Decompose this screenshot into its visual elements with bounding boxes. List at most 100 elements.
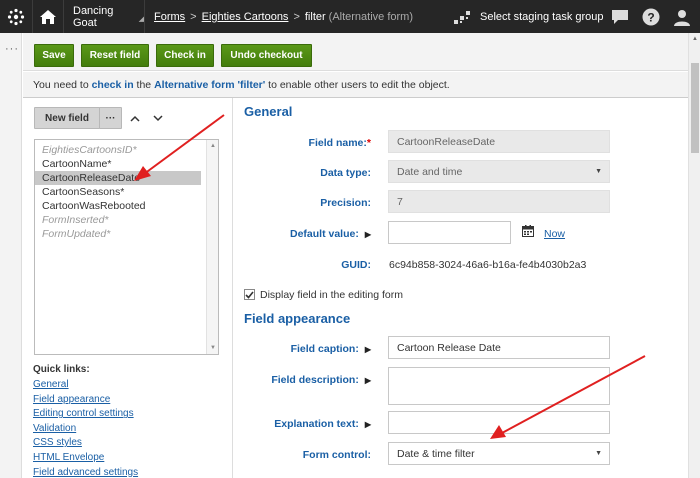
field-description-textarea[interactable] <box>388 367 610 405</box>
precision-input[interactable]: 7 <box>388 190 610 213</box>
action-toolbar: Save Reset field Check in Undo checkout <box>23 33 688 71</box>
quick-link-general[interactable]: General <box>33 378 223 393</box>
more-actions-button[interactable]: ··· <box>99 107 122 129</box>
checkmark-icon <box>245 290 254 299</box>
form-control-select[interactable]: Date & time filter ▼ <box>388 442 610 465</box>
default-value-label: Default value: ▶ <box>234 228 371 240</box>
breadcrumb-separator: > <box>293 10 300 23</box>
precision-label: Precision: <box>320 197 371 209</box>
scroll-up-icon[interactable]: ▲ <box>210 143 216 149</box>
data-type-label: Data type: <box>320 167 371 179</box>
info-object-name: Alternative form 'filter' <box>154 79 266 91</box>
quick-link-validation[interactable]: Validation <box>33 422 223 437</box>
reset-field-button[interactable]: Reset field <box>81 44 149 67</box>
user-icon[interactable] <box>667 0 697 33</box>
field-description-label: Field description: ▶ <box>234 374 371 386</box>
field-name-input[interactable]: CartoonReleaseDate <box>388 130 610 153</box>
home-icon[interactable] <box>33 0 63 33</box>
scroll-up-icon[interactable]: ▲ <box>692 36 698 42</box>
field-list-panel: New field ··· EightiesCartoonsID* Cartoo… <box>23 98 233 478</box>
staging-icon <box>454 10 470 24</box>
form-control-label: Form control: <box>302 449 371 461</box>
expand-triangle-icon[interactable]: ▶ <box>365 376 371 385</box>
collapsed-navigation-strip[interactable]: ··· <box>0 33 22 478</box>
breadcrumb-separator: > <box>190 10 197 23</box>
default-value-label-text: Default value: <box>289 228 359 240</box>
data-type-value: Date and time <box>397 166 463 178</box>
chevron-down-icon: ◢ <box>138 15 144 23</box>
explanation-text-input[interactable] <box>388 411 610 434</box>
kentico-logo-icon[interactable] <box>0 0 33 33</box>
quick-link-field-advanced-settings[interactable]: Field advanced settings <box>33 466 223 478</box>
field-list-item[interactable]: FormInserted* <box>35 213 201 227</box>
arrow-down-icon[interactable] <box>149 109 167 127</box>
explanation-text-label-text: Explanation text: <box>274 418 359 430</box>
explanation-text-label: Explanation text: ▶ <box>234 418 371 430</box>
quick-links: Quick links: General Field appearance Ed… <box>33 364 223 478</box>
field-name-label-text: Field name: <box>308 137 367 149</box>
help-icon[interactable]: ? <box>636 0 666 33</box>
undo-checkout-button[interactable]: Undo checkout <box>221 44 312 67</box>
check-in-link[interactable]: check in <box>92 79 134 91</box>
field-list-item[interactable]: FormUpdated* <box>35 227 201 241</box>
more-options-icon[interactable]: ··· <box>5 43 19 55</box>
field-description-label-text: Field description: <box>271 374 359 386</box>
quick-link-editing-control-settings[interactable]: Editing control settings <box>33 407 223 422</box>
data-type-select[interactable]: Date and time ▼ <box>388 160 610 183</box>
section-field-appearance-title: Field appearance <box>244 311 351 326</box>
required-marker: * <box>366 137 371 149</box>
scroll-down-icon[interactable]: ▼ <box>210 345 216 351</box>
expand-triangle-icon[interactable]: ▶ <box>365 345 371 354</box>
now-link[interactable]: Now <box>544 228 565 240</box>
field-caption-label: Field caption: ▶ <box>234 343 371 355</box>
quick-links-title: Quick links: <box>33 364 90 375</box>
checkout-info-message: You need to check in the Alternative for… <box>23 72 688 98</box>
expand-triangle-icon[interactable]: ▶ <box>365 230 371 239</box>
scrollbar-thumb[interactable] <box>691 63 699 153</box>
field-caption-label-text: Field caption: <box>290 343 359 355</box>
form-control-value: Date & time filter <box>397 448 475 460</box>
expand-triangle-icon[interactable]: ▶ <box>365 420 371 429</box>
breadcrumb-forms[interactable]: Forms <box>154 11 185 23</box>
breadcrumb-current: filter <box>304 10 326 23</box>
top-bar: Dancing Goat ◢ Forms > Eighties Cartoons… <box>0 0 700 33</box>
guid-value: 6c94b858-3024-46a6-b16a-fe4b4030b2a3 <box>389 259 587 271</box>
chat-icon[interactable] <box>605 0 635 33</box>
calendar-icon[interactable] <box>522 225 534 240</box>
field-list-item[interactable]: CartoonWasRebooted <box>35 199 201 213</box>
breadcrumb: Forms > Eighties Cartoons > filter (Alte… <box>154 0 413 33</box>
save-button[interactable]: Save <box>34 44 74 67</box>
field-list-scrollbar[interactable]: ▲ ▼ <box>206 140 218 354</box>
quick-link-html-envelope[interactable]: HTML Envelope <box>33 451 223 466</box>
staging-task-group-selector[interactable]: Select staging task group <box>454 0 604 33</box>
field-list[interactable]: EightiesCartoonsID* CartoonName* Cartoon… <box>34 139 219 355</box>
quick-link-css-styles[interactable]: CSS styles <box>33 436 223 451</box>
info-prefix: You need to <box>33 79 92 91</box>
field-caption-input[interactable]: Cartoon Release Date <box>388 336 610 359</box>
field-editor-form: General Field name:* CartoonReleaseDate … <box>234 98 688 478</box>
info-middle: the <box>133 79 155 91</box>
page-scrollbar[interactable]: ▲ <box>688 33 700 478</box>
field-name-label: Field name:* <box>234 137 371 149</box>
site-name: Dancing Goat <box>73 4 114 29</box>
guid-label: GUID: <box>341 259 371 271</box>
display-field-checkbox[interactable] <box>244 289 255 300</box>
check-in-button[interactable]: Check in <box>156 44 214 67</box>
quick-link-field-appearance[interactable]: Field appearance <box>33 393 223 408</box>
staging-label: Select staging task group <box>480 10 604 23</box>
field-list-item[interactable]: EightiesCartoonsID* <box>35 143 201 157</box>
breadcrumb-eighties-cartoons[interactable]: Eighties Cartoons <box>202 11 289 23</box>
field-list-item[interactable]: CartoonName* <box>35 157 201 171</box>
field-list-item[interactable]: CartoonSeasons* <box>35 185 201 199</box>
site-selector[interactable]: Dancing Goat ◢ <box>63 0 145 33</box>
arrow-up-icon[interactable] <box>126 109 144 127</box>
new-field-button[interactable]: New field <box>34 107 100 129</box>
info-suffix: to enable other users to edit the object… <box>265 79 450 91</box>
display-field-label: Display field in the editing form <box>260 289 403 301</box>
section-general-title: General <box>244 104 293 119</box>
default-value-input[interactable] <box>388 221 511 244</box>
field-list-item-selected[interactable]: CartoonReleaseDate* <box>35 171 201 185</box>
breadcrumb-current-type: (Alternative form) <box>328 10 414 23</box>
dropdown-arrow-icon: ▼ <box>595 450 602 457</box>
dropdown-arrow-icon: ▼ <box>595 168 602 175</box>
